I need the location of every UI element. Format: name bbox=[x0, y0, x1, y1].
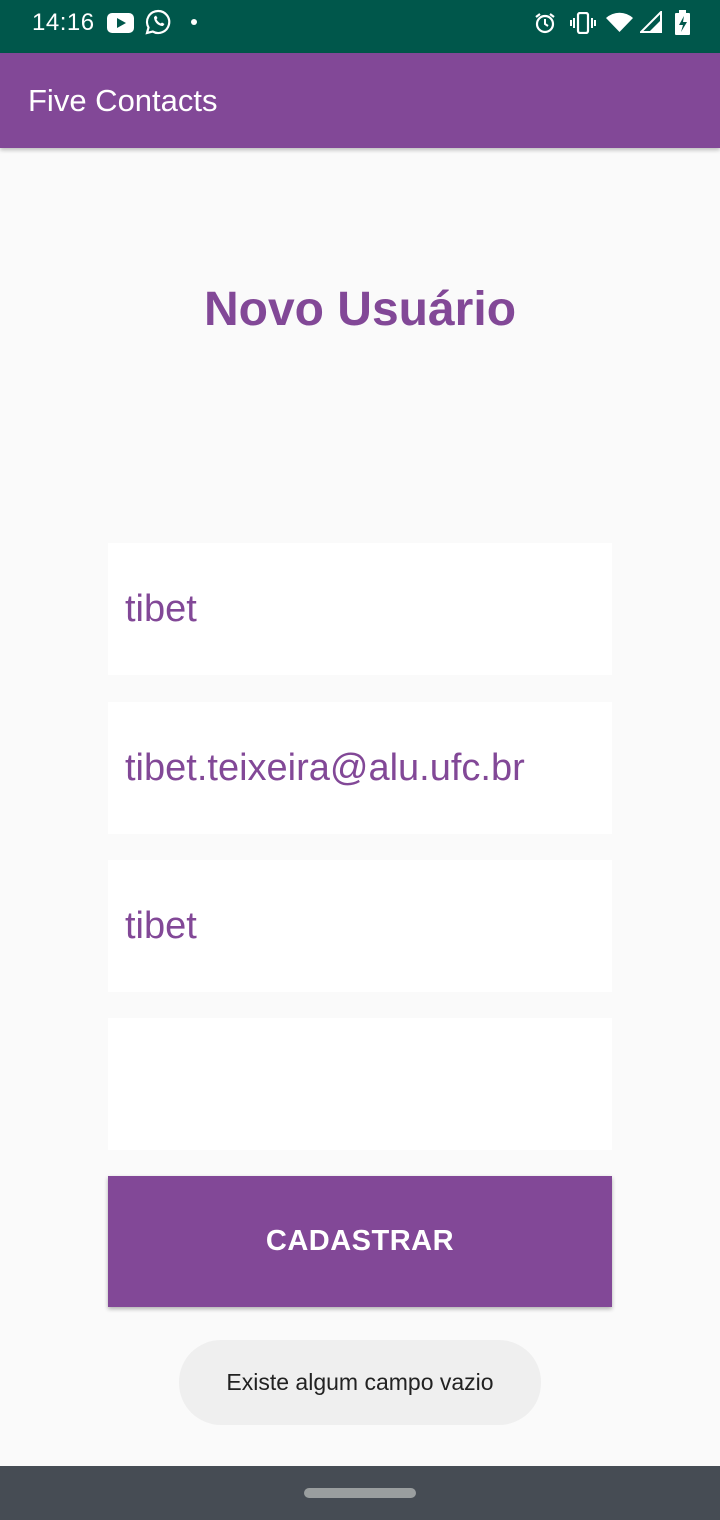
status-bar: 14:16 bbox=[0, 0, 720, 53]
youtube-icon bbox=[107, 13, 134, 33]
signal-icon bbox=[640, 11, 662, 33]
register-button[interactable]: CADASTRAR bbox=[108, 1176, 612, 1307]
email-field[interactable] bbox=[108, 702, 612, 834]
whatsapp-icon bbox=[145, 9, 171, 35]
navigation-bar bbox=[0, 1466, 720, 1520]
toast-message: Existe algum campo vazio bbox=[179, 1340, 541, 1425]
battery-charging-icon bbox=[675, 10, 690, 35]
page-title: Novo Usuário bbox=[203, 283, 517, 336]
username-field[interactable] bbox=[108, 860, 612, 992]
password-field[interactable] bbox=[108, 1018, 612, 1150]
home-gesture-handle[interactable] bbox=[304, 1488, 416, 1498]
app-title: Five Contacts bbox=[28, 83, 218, 118]
alarm-icon bbox=[535, 13, 555, 34]
vibrate-icon bbox=[570, 12, 596, 34]
notification-dot-icon bbox=[191, 19, 197, 25]
name-field[interactable] bbox=[108, 543, 612, 675]
app-bar: Five Contacts bbox=[0, 53, 720, 148]
wifi-icon bbox=[606, 12, 633, 32]
status-time: 14:16 bbox=[32, 9, 95, 36]
